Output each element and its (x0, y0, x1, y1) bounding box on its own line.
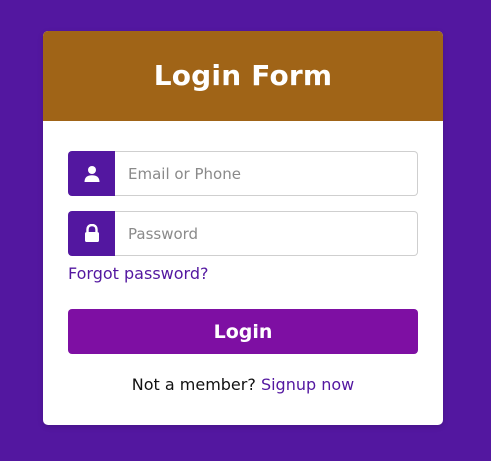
forgot-password-link[interactable]: Forgot password? (68, 264, 208, 283)
lock-icon (68, 211, 115, 256)
signup-link[interactable]: Signup now (261, 375, 354, 394)
signup-prompt: Not a member? (131, 375, 261, 394)
card-header: Login Form (43, 31, 443, 121)
email-field-group (68, 151, 418, 196)
email-input[interactable] (115, 151, 418, 196)
form-title: Login Form (153, 58, 333, 92)
password-field-group (68, 211, 418, 256)
user-icon (68, 151, 115, 196)
password-input[interactable] (115, 211, 418, 256)
login-card: Login Form Forgot password? Login Not a … (43, 31, 443, 425)
login-button[interactable]: Login (68, 309, 418, 354)
signup-row: Not a member? Signup now (43, 375, 443, 394)
